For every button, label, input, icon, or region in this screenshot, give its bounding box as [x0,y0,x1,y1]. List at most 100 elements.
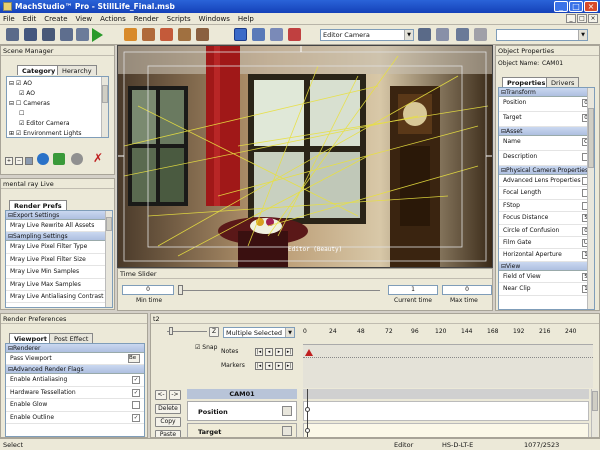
filter-icon[interactable] [25,157,33,165]
section-advanced-render-flags[interactable]: ⊟Advanced Render Flags [6,365,144,375]
selection-select[interactable]: Multiple Selected ▼ [223,327,295,338]
first-key-icon[interactable]: |◂ [255,348,263,356]
section-export-settings[interactable]: ⊟Export Settings [6,211,112,220]
paste-key-button[interactable]: Paste [155,430,181,437]
prop-row[interactable]: Focus Distance 5 [499,212,594,225]
render-icon[interactable] [76,28,89,41]
reset-icon[interactable] [71,153,83,165]
marker-first-icon[interactable]: |◂ [255,362,263,370]
track-position[interactable]: Position [187,401,297,421]
max-time-input[interactable]: 0 [442,285,492,295]
light-tool-icon[interactable] [196,28,209,41]
section-transform[interactable]: ⊟Transform [499,88,594,97]
flag-row[interactable]: Enable Outline [6,411,144,424]
pref-row[interactable]: Mray Live Antialiasing Contrast [6,290,112,304]
timeline-zoom-thumb[interactable] [169,327,173,335]
tree-item-camera-empty[interactable]: ☐ [9,109,82,119]
track-prev-button[interactable]: <- [155,390,167,400]
menu-actions[interactable]: Actions [100,15,126,23]
delete-x-icon[interactable]: ✗ [93,152,103,164]
mdi-close-button[interactable]: × [588,14,598,23]
open-scene-icon[interactable] [6,28,19,41]
save-icon[interactable] [24,28,37,41]
tab-properties[interactable]: Properties [502,77,551,87]
mdi-restore-button[interactable]: □ [577,14,587,23]
prop-row[interactable]: Near Clip 1 [499,283,594,296]
notes-track[interactable] [303,344,593,388]
prop-row[interactable]: Position 0 [499,97,594,112]
tree-item-editor-camera[interactable]: ☑ Editor Camera [9,119,82,129]
globe-icon[interactable] [37,153,49,165]
timeline-scrollbar[interactable] [591,389,598,437]
pass-select[interactable]: Be [128,354,140,363]
material-tool-icon[interactable] [178,28,191,41]
prop-row[interactable]: Circle of Confusion 0 [499,224,594,237]
pref-row[interactable]: Mray Live Rewrite All Assets [6,220,112,233]
flag-row[interactable]: Enable Glow [6,399,144,412]
tab-drivers[interactable]: Drivers [546,77,580,87]
play-icon[interactable] [92,28,103,42]
delete-key-button[interactable]: Delete [155,404,181,414]
menu-render[interactable]: Render [134,15,159,23]
menu-edit[interactable]: Edit [23,15,37,23]
keyframe-lane-position[interactable] [303,401,589,421]
snap-checkbox[interactable]: ☑ Snap [195,344,217,351]
pref-row[interactable]: Mray Live Pixel Filter Size [6,253,112,267]
prop-row[interactable]: FStop [499,199,594,213]
select-camera-icon[interactable] [234,28,247,41]
copy-key-button[interactable]: Copy [155,417,181,427]
glow-checkbox[interactable] [132,401,140,410]
tab-category[interactable]: Category [17,65,61,75]
time-ruler[interactable]: 0 24 48 72 96 120 144 168 192 216 240 [303,328,589,342]
menu-view[interactable]: View [76,15,93,23]
minimize-button[interactable]: _ [554,1,568,12]
section-renderer[interactable]: ⊟Renderer [6,344,144,353]
menu-scripts[interactable]: Scripts [167,15,191,23]
prop-row[interactable]: Horizontal Aperture 1 [499,249,594,262]
marker-prev-icon[interactable]: ◂ [265,362,273,370]
menu-windows[interactable]: Windows [199,15,230,23]
preset-select[interactable]: ▼ [496,29,588,41]
scene-tree-scrollbar[interactable] [101,77,108,137]
keyframe-dot[interactable] [305,428,310,433]
tab-viewport[interactable]: Viewport [9,333,52,343]
section-view[interactable]: ⊟View [499,261,594,271]
maximize-button[interactable]: □ [569,1,583,12]
playhead-marker-icon[interactable] [305,349,313,356]
time-slider-thumb[interactable] [178,285,183,295]
prop-row[interactable]: Advanced Lens Properties [499,175,594,188]
tab-render-prefs[interactable]: Render Prefs [9,200,67,210]
track-target[interactable]: Target [187,423,297,437]
pref-row[interactable]: Mray Live Pixel Filter Type [6,241,112,254]
min-time-input[interactable]: 0 [122,285,174,295]
section-asset[interactable]: ⊟Asset [499,127,594,136]
track-next-button[interactable]: -> [169,390,181,400]
current-time-input[interactable]: 1 [388,285,438,295]
prop-row[interactable]: Film Gate U [499,236,594,250]
camera-icon[interactable] [252,28,265,41]
camera-orbit-icon[interactable] [270,28,283,41]
tab-post-effect[interactable]: Post Effect [49,333,94,343]
prev-key-icon[interactable]: ◂ [265,348,273,356]
prop-row[interactable]: Target 0 [499,112,594,127]
section-physical-camera[interactable]: ⊟Physical Camera Properties [499,166,594,175]
marker-next-icon[interactable]: ▸ [275,362,283,370]
prop-row[interactable]: Field of View 5 [499,270,594,284]
keyframe-lane-target[interactable] [303,423,589,437]
menu-file[interactable]: File [3,15,15,23]
tab-herarchy[interactable]: Herarchy [57,65,97,75]
menu-help[interactable]: Help [238,15,254,23]
paint-tool-icon[interactable] [160,28,173,41]
prop-row[interactable]: Name C [499,136,594,151]
pass-viewport-row[interactable]: Pass Viewport Be [6,353,144,366]
tree-item-cameras[interactable]: ⊟ ☐ Cameras [9,99,82,109]
brush-tool-icon[interactable] [124,28,137,41]
menu-create[interactable]: Create [44,15,67,23]
grid-icon[interactable] [474,28,487,41]
refresh-icon[interactable] [53,153,65,165]
flag-row[interactable]: Enable Antialiasing [6,374,144,387]
keyframe-dot[interactable] [305,407,310,412]
record-icon[interactable] [288,28,301,41]
prop-row[interactable]: Description [499,151,594,166]
hammer-tool-icon[interactable] [142,28,155,41]
